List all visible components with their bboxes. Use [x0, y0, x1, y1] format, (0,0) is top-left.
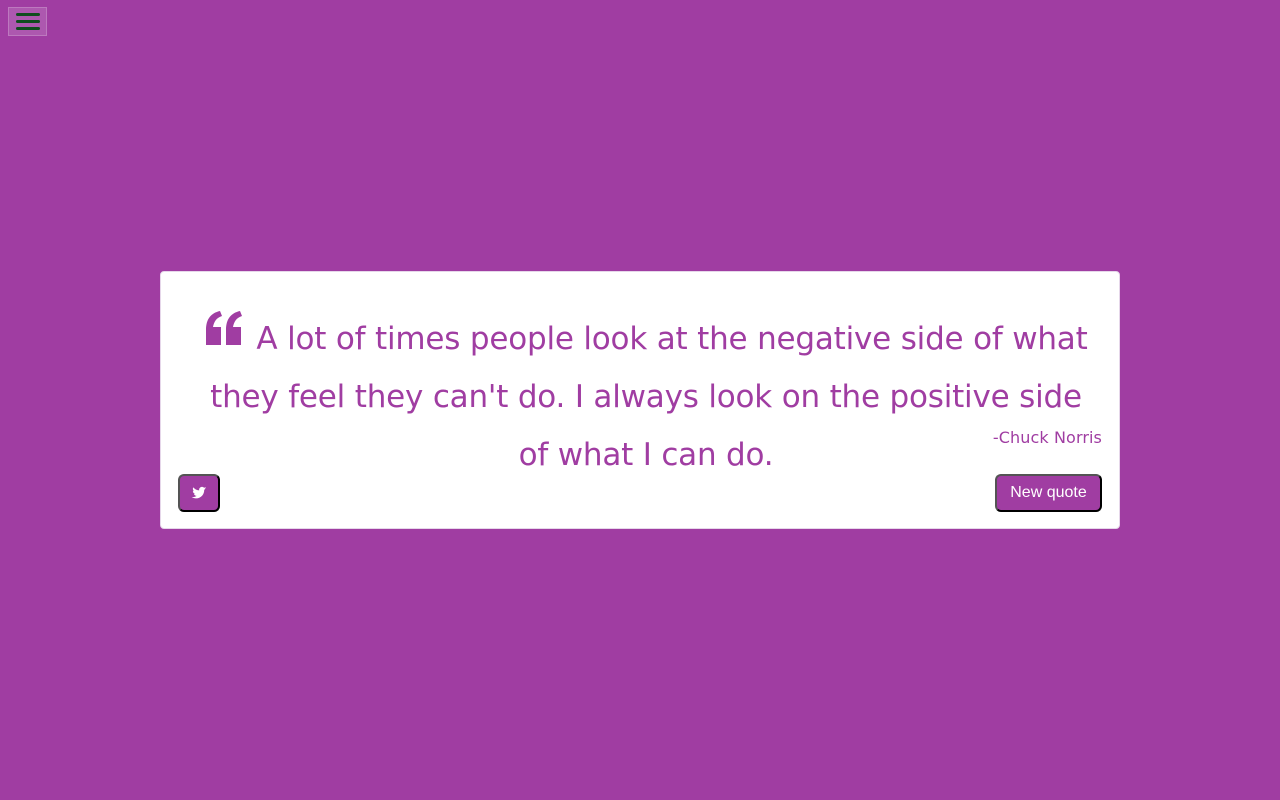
quote-actions: New quote	[178, 474, 1102, 512]
quote-left-icon	[204, 310, 250, 348]
menu-icon	[15, 13, 40, 16]
tweet-button[interactable]	[178, 474, 220, 512]
new-quote-button[interactable]: New quote	[995, 474, 1102, 512]
quote-text-block: A lot of times people look at the negati…	[196, 310, 1096, 484]
quote-card: A lot of times people look at the negati…	[160, 271, 1120, 529]
quote-text: A lot of times people look at the negati…	[210, 321, 1088, 473]
quote-author: -Chuck Norris	[992, 428, 1102, 447]
menu-icon-bar	[15, 27, 40, 30]
menu-icon-bar	[15, 20, 40, 23]
twitter-icon	[191, 485, 207, 501]
menu-button[interactable]	[8, 7, 47, 36]
